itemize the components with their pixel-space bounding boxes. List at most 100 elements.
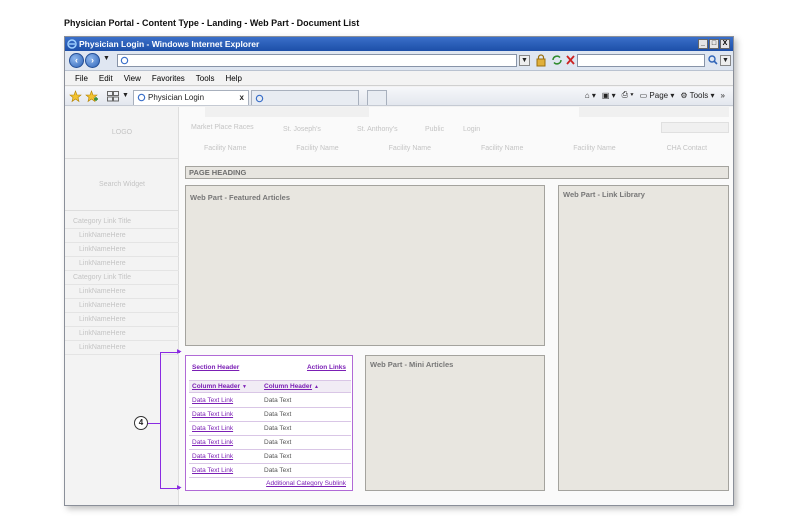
web-part-label: Web Part - Link Library xyxy=(563,190,645,199)
tab-label: Physician Login xyxy=(148,93,205,102)
category-link: LinkNameHere xyxy=(65,229,179,243)
search-input[interactable] xyxy=(577,54,705,67)
facility-row: Facility Name Facility Name Facility Nam… xyxy=(179,141,733,157)
nav-tab: Public xyxy=(425,126,445,133)
menu-help[interactable]: Help xyxy=(225,74,241,83)
menu-file[interactable]: File xyxy=(75,74,88,83)
data-text: Data Text xyxy=(264,397,292,404)
url-input[interactable] xyxy=(117,54,517,67)
menu-edit[interactable]: Edit xyxy=(99,74,113,83)
command-bar: ⌂ ▾ ▣ ▾ ⎙ ▾ ▭ Page ▾ ⚙ Tools ▾ » xyxy=(585,90,725,100)
callout-arrow-icon: ▶ xyxy=(177,349,182,355)
category-link: LinkNameHere xyxy=(65,243,179,257)
facility-name: Facility Name xyxy=(203,145,247,152)
page-content: LOGO Search Widget Category Link Title L… xyxy=(65,107,733,505)
document-list-web-part: Section Header Action Links Column Heade… xyxy=(185,355,353,491)
callout-arrow-icon: ▶ xyxy=(177,485,182,491)
quick-tabs-icon[interactable] xyxy=(107,91,119,102)
web-part-link-library: Web Part - Link Library xyxy=(558,185,729,491)
data-text-link[interactable]: Data Text Link xyxy=(192,467,233,474)
window-title: Physician Login - Windows Internet Explo… xyxy=(79,39,260,49)
new-tab-button[interactable] xyxy=(251,90,359,105)
close-button[interactable]: X xyxy=(720,39,730,49)
data-text: Data Text xyxy=(264,453,292,460)
section-header-link[interactable]: Section Header xyxy=(192,364,239,371)
tools-menu-label: Tools xyxy=(689,90,709,100)
ghost-banner xyxy=(205,107,369,117)
sort-asc-icon: ▲ xyxy=(314,384,319,390)
column-header-sort[interactable]: Column Header xyxy=(192,383,240,390)
sort-desc-icon: ▼ xyxy=(242,384,247,390)
stop-icon[interactable] xyxy=(565,54,576,66)
data-text: Data Text xyxy=(264,411,292,418)
column-header-sort[interactable]: Column Header xyxy=(264,383,312,390)
tab-physician-login[interactable]: Physician Login x xyxy=(133,90,249,105)
additional-category-sublink[interactable]: Additional Category Sublink xyxy=(266,480,346,487)
maximize-button[interactable]: □ xyxy=(709,39,719,49)
back-button[interactable]: ‹ xyxy=(69,53,84,68)
search-dropdown-button[interactable]: ▼ xyxy=(720,55,731,66)
category-link: LinkNameHere xyxy=(65,327,179,341)
web-part-label: Web Part - Mini Articles xyxy=(370,360,454,369)
row-divider xyxy=(189,477,351,478)
search-icon[interactable] xyxy=(707,54,719,66)
tab-list-dropdown-icon[interactable]: ▼ xyxy=(122,92,129,99)
feeds-icon[interactable]: ▣ ▾ xyxy=(602,91,616,100)
cha-contact: CHA Contact xyxy=(666,145,708,152)
web-part-label: Web Part - Featured Articles xyxy=(190,193,291,202)
menu-bar: File Edit View Favorites Tools Help xyxy=(65,71,733,86)
print-icon[interactable]: ⎙ ▾ xyxy=(622,90,634,100)
logo: LOGO xyxy=(65,107,179,159)
nav-tab: St. Anthony's xyxy=(357,126,398,133)
ghost-banner-right xyxy=(579,107,729,117)
document-title: Physician Portal - Content Type - Landin… xyxy=(64,18,360,28)
refresh-icon[interactable] xyxy=(551,54,563,66)
forward-button[interactable]: › xyxy=(85,53,100,68)
tools-menu[interactable]: ⚙ Tools ▾ xyxy=(680,91,714,100)
left-column: LOGO Search Widget Category Link Title L… xyxy=(65,107,179,505)
ie-logo-icon xyxy=(67,39,77,49)
facility-name: Facility Name xyxy=(480,145,524,152)
data-text-link[interactable]: Data Text Link xyxy=(192,439,233,446)
data-text-link[interactable]: Data Text Link xyxy=(192,397,233,404)
nav-tab: Login xyxy=(463,126,481,133)
menu-view[interactable]: View xyxy=(124,74,141,83)
minimize-button[interactable]: _ xyxy=(698,39,708,49)
url-dropdown-button[interactable]: ▼ xyxy=(519,55,530,66)
data-text-link[interactable]: Data Text Link xyxy=(192,425,233,432)
page-menu-label: Page xyxy=(649,90,669,100)
category-link: LinkNameHere xyxy=(65,257,179,271)
action-links[interactable]: Action Links xyxy=(307,364,346,371)
home-icon[interactable]: ⌂ ▾ xyxy=(585,91,596,100)
add-favorites-icon[interactable] xyxy=(85,90,98,103)
data-text-link[interactable]: Data Text Link xyxy=(192,453,233,460)
category-title: Category Link Title xyxy=(65,271,179,285)
page-icon xyxy=(120,56,129,65)
ghost-button xyxy=(661,122,729,133)
search-widget: Search Widget xyxy=(65,159,179,211)
close-tab-button[interactable]: x xyxy=(240,91,244,105)
nav-tab: St. Joseph's xyxy=(283,126,321,133)
row-divider xyxy=(189,407,351,408)
history-dropdown-icon[interactable]: ▼ xyxy=(103,55,110,62)
lock-icon[interactable] xyxy=(535,54,547,67)
callout-connector xyxy=(148,423,160,424)
favorites-star-icon[interactable] xyxy=(69,90,82,103)
facility-name: Facility Name xyxy=(388,145,432,152)
window-controls: _ □ X xyxy=(698,39,730,49)
web-part-mini-articles: Web Part - Mini Articles xyxy=(365,355,545,491)
data-text-link[interactable]: Data Text Link xyxy=(192,411,233,418)
page-menu[interactable]: ▭ Page ▾ xyxy=(640,91,675,100)
browser-window: Physician Login - Windows Internet Explo… xyxy=(64,36,734,506)
menu-tools[interactable]: Tools xyxy=(196,74,215,83)
favorites-bar: ▼ Physician Login x ⌂ ▾ ▣ ▾ ⎙ ▾ ▭ Page ▾… xyxy=(65,87,733,106)
category-link: LinkNameHere xyxy=(65,285,179,299)
new-tab-icon xyxy=(255,94,264,103)
row-divider xyxy=(189,463,351,464)
nav-tab: Market Place Races xyxy=(191,124,254,131)
menu-favorites[interactable]: Favorites xyxy=(152,74,185,83)
tab-stub[interactable] xyxy=(367,90,387,105)
chevron-more-icon[interactable]: » xyxy=(721,91,725,100)
row-divider xyxy=(189,435,351,436)
facility-name: Facility Name xyxy=(573,145,616,152)
